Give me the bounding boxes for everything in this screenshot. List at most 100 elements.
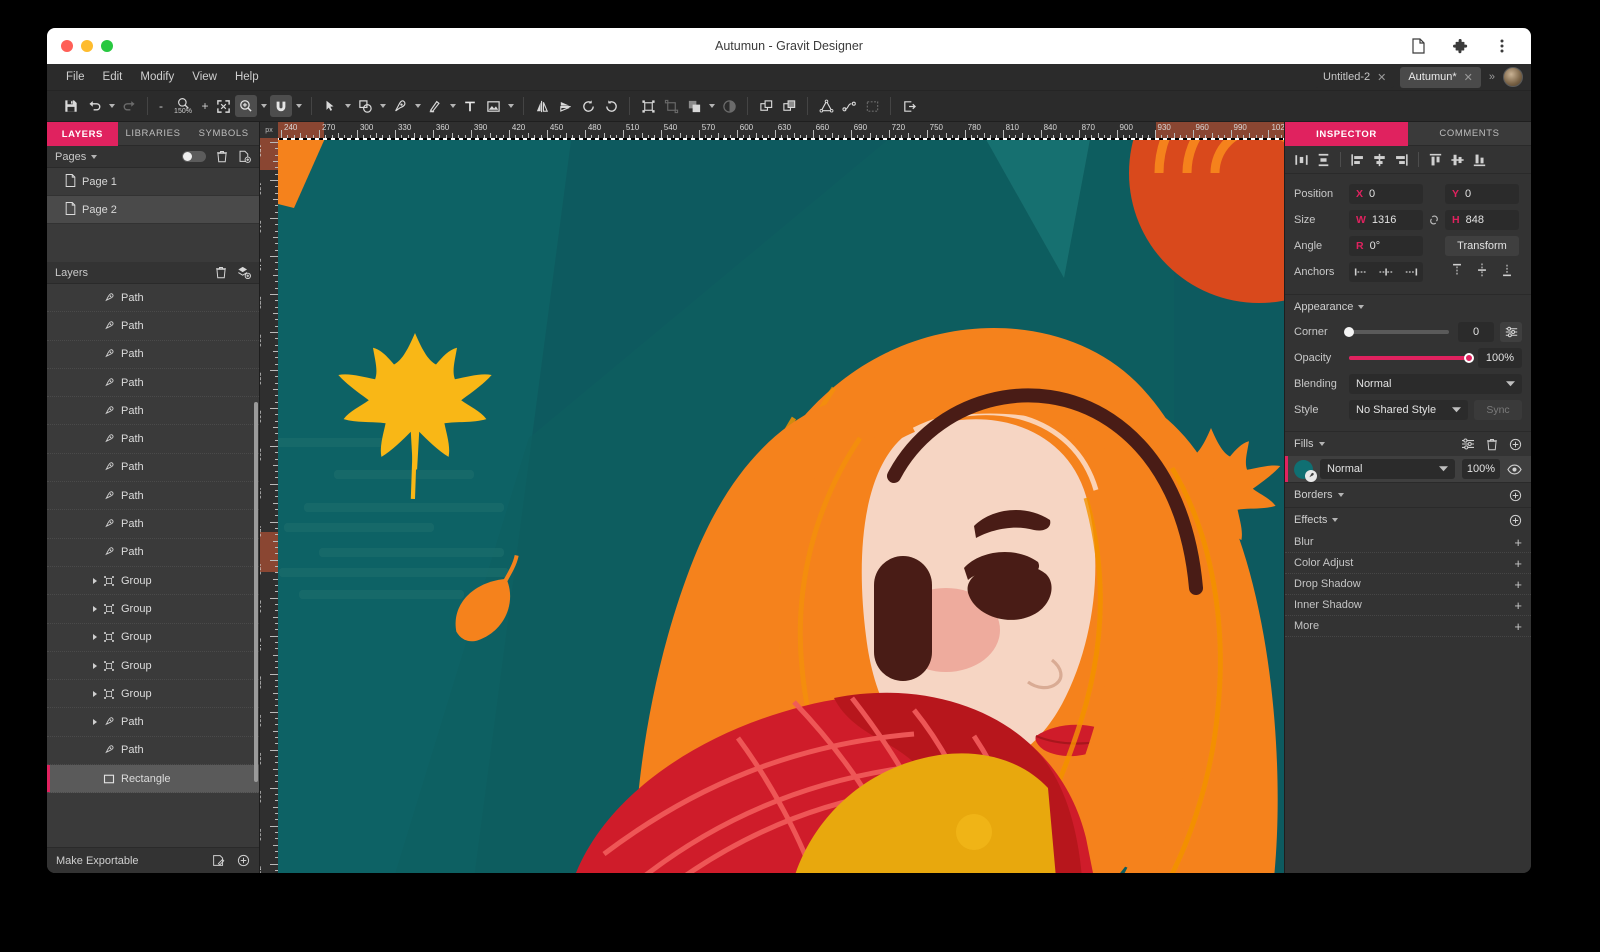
anchor-middle-v-icon[interactable] bbox=[1476, 263, 1488, 282]
canvas-area[interactable]: 2402703003303603904204504805105405706006… bbox=[260, 122, 1284, 873]
layer-row[interactable]: Path bbox=[47, 312, 259, 340]
corner-options-icon[interactable] bbox=[1500, 322, 1522, 342]
expand-layer-icon[interactable] bbox=[93, 578, 97, 584]
fill-visibility-icon[interactable] bbox=[1507, 464, 1522, 475]
rotate-cw-icon[interactable] bbox=[600, 95, 622, 117]
layer-row[interactable]: Path bbox=[47, 425, 259, 453]
fill-opacity-input[interactable]: 100% bbox=[1462, 459, 1500, 479]
boolean-operations-icon[interactable] bbox=[683, 95, 705, 117]
expand-layer-icon[interactable] bbox=[93, 663, 97, 669]
fills-collapse-caret[interactable] bbox=[1319, 442, 1325, 446]
effect-row[interactable]: Color Adjust+ bbox=[1285, 553, 1531, 574]
select-tool-icon[interactable] bbox=[319, 95, 341, 117]
undo-history-caret[interactable] bbox=[106, 95, 117, 117]
menu-file[interactable]: File bbox=[57, 68, 94, 86]
delete-layer-icon[interactable] bbox=[215, 266, 227, 279]
layer-row[interactable]: Group bbox=[47, 652, 259, 680]
more-tabs-icon[interactable]: » bbox=[1487, 71, 1497, 83]
snap-magnet-icon[interactable] bbox=[270, 95, 292, 117]
mask-icon[interactable] bbox=[718, 95, 740, 117]
zoom-level-display[interactable]: 150% bbox=[168, 97, 198, 115]
align-left-icon[interactable] bbox=[1347, 149, 1368, 170]
layer-row[interactable]: Group bbox=[47, 680, 259, 708]
effects-collapse-caret[interactable] bbox=[1332, 518, 1338, 522]
corner-slider[interactable] bbox=[1349, 330, 1449, 334]
send-backward-icon[interactable] bbox=[778, 95, 800, 117]
add-effect-plus-icon[interactable]: + bbox=[1514, 577, 1522, 592]
add-effect-plus-icon[interactable]: + bbox=[1514, 619, 1522, 634]
anchor-center-h-icon[interactable] bbox=[1379, 266, 1393, 278]
delete-page-icon[interactable] bbox=[216, 150, 228, 163]
shape-tool-icon[interactable] bbox=[354, 95, 376, 117]
zoom-options-caret[interactable] bbox=[258, 95, 269, 117]
layer-row[interactable]: Path bbox=[47, 397, 259, 425]
knife-tool-caret[interactable] bbox=[447, 95, 458, 117]
fit-to-screen-icon[interactable] bbox=[212, 95, 234, 117]
align-top-icon[interactable] bbox=[1425, 149, 1446, 170]
add-effect-plus-icon[interactable]: + bbox=[1514, 535, 1522, 550]
flip-horizontal-icon[interactable] bbox=[531, 95, 553, 117]
tab-libraries[interactable]: LIBRARIES bbox=[118, 122, 189, 146]
group-icon[interactable] bbox=[637, 95, 659, 117]
layer-row[interactable]: Group bbox=[47, 595, 259, 623]
layer-row[interactable]: Path bbox=[47, 539, 259, 567]
layer-row[interactable]: Path bbox=[47, 482, 259, 510]
link-ratio-icon[interactable] bbox=[1423, 213, 1445, 227]
delete-fill-icon[interactable] bbox=[1486, 438, 1498, 451]
align-center-h-icon[interactable] bbox=[1369, 149, 1390, 170]
minimize-window-button[interactable] bbox=[81, 40, 93, 52]
export-settings-icon[interactable] bbox=[212, 854, 225, 867]
add-border-icon[interactable] bbox=[1509, 489, 1522, 502]
sync-style-button[interactable]: Sync bbox=[1474, 400, 1522, 420]
anchor-right-icon[interactable] bbox=[1404, 266, 1418, 278]
join-paths-icon[interactable] bbox=[838, 95, 860, 117]
add-effect-plus-icon[interactable]: + bbox=[1514, 556, 1522, 571]
close-tab-icon[interactable]: ✕ bbox=[1377, 71, 1386, 84]
add-fill-icon[interactable] bbox=[1509, 438, 1522, 451]
extensions-icon[interactable] bbox=[1449, 35, 1471, 57]
horizontal-ruler[interactable]: 2402703003303603904204504805105405706006… bbox=[260, 122, 1284, 138]
bring-forward-icon[interactable] bbox=[755, 95, 777, 117]
redo-icon[interactable] bbox=[118, 95, 140, 117]
anchor-left-icon[interactable] bbox=[1354, 266, 1368, 278]
align-middle-v-icon[interactable] bbox=[1447, 149, 1468, 170]
menu-edit[interactable]: Edit bbox=[94, 68, 132, 86]
position-x-input[interactable]: X 0 bbox=[1349, 184, 1423, 204]
size-height-input[interactable]: H 848 bbox=[1445, 210, 1519, 230]
anchor-bottom-icon[interactable] bbox=[1501, 263, 1513, 282]
angle-input[interactable]: R 0° bbox=[1349, 236, 1423, 256]
layer-row[interactable]: Path bbox=[47, 708, 259, 736]
effect-row[interactable]: Inner Shadow+ bbox=[1285, 595, 1531, 616]
effect-row[interactable]: Blur+ bbox=[1285, 532, 1531, 553]
effect-row[interactable]: Drop Shadow+ bbox=[1285, 574, 1531, 595]
export-icon[interactable] bbox=[898, 95, 920, 117]
document-tab-autumun[interactable]: Autumun* ✕ bbox=[1400, 67, 1481, 88]
size-width-input[interactable]: W 1316 bbox=[1349, 210, 1423, 230]
vertical-ruler[interactable]: 1501802102402703003303603904204504805105… bbox=[260, 122, 278, 873]
new-document-icon[interactable] bbox=[1407, 35, 1429, 57]
align-right-icon[interactable] bbox=[1391, 149, 1412, 170]
layer-row[interactable]: Path bbox=[47, 454, 259, 482]
shared-style-select[interactable]: No Shared Style bbox=[1349, 400, 1468, 420]
undo-icon[interactable] bbox=[83, 95, 105, 117]
boolean-operations-caret[interactable] bbox=[706, 95, 717, 117]
zoom-out-button[interactable]: - bbox=[155, 99, 167, 113]
slice-icon[interactable] bbox=[861, 95, 883, 117]
save-icon[interactable] bbox=[60, 95, 82, 117]
expand-layer-icon[interactable] bbox=[93, 634, 97, 640]
layer-row[interactable]: Path bbox=[47, 737, 259, 765]
user-avatar[interactable] bbox=[1503, 67, 1523, 87]
add-page-icon[interactable] bbox=[238, 150, 251, 163]
tab-inspector[interactable]: INSPECTOR bbox=[1285, 122, 1408, 146]
layer-row[interactable]: Path bbox=[47, 369, 259, 397]
pages-collapse-caret[interactable] bbox=[91, 155, 97, 159]
shape-tool-caret[interactable] bbox=[377, 95, 388, 117]
layers-scrollbar[interactable] bbox=[254, 402, 258, 782]
expand-layer-icon[interactable] bbox=[93, 606, 97, 612]
zoom-tool-icon[interactable] bbox=[235, 95, 257, 117]
add-effect-icon[interactable] bbox=[1509, 514, 1522, 527]
rotate-ccw-icon[interactable] bbox=[577, 95, 599, 117]
image-tool-icon[interactable] bbox=[482, 95, 504, 117]
menu-view[interactable]: View bbox=[183, 68, 226, 86]
canvas-viewport[interactable] bbox=[278, 138, 1284, 873]
